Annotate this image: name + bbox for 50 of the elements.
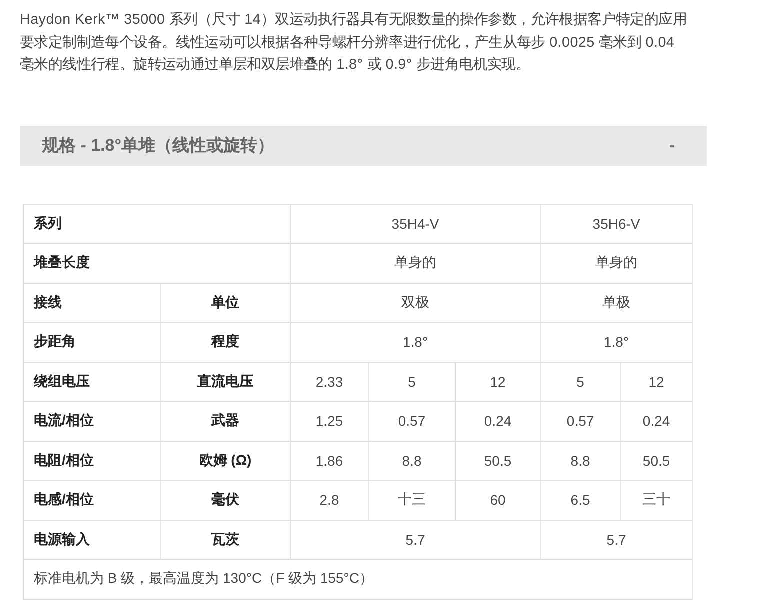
row-label: 电流/相位 [24,402,160,441]
table-cell: 6.5 [540,480,621,520]
row-label: 电源输入 [24,520,160,560]
table-cell: 1.8° [540,322,693,362]
table-cell: 单身的 [290,244,541,283]
unit-cell: 武器 [160,402,290,441]
table-cell: 1.86 [290,441,368,480]
row-label: 接线 [24,283,160,322]
table-cell: 5 [368,362,456,402]
table-cell: 5.7 [290,520,541,560]
table-cell: 50.5 [456,441,541,480]
table-cell: 单极 [540,283,693,322]
table-cell: 0.24 [620,402,693,441]
row-label: 电阻/相位 [24,441,160,480]
row-label: 电感/相位 [24,480,160,520]
row-label: 系列 [24,204,290,244]
table-cell: 12 [620,362,693,402]
table-cell: 单身的 [540,244,693,283]
unit-cell: 毫伏 [160,480,290,520]
table-cell: 5.7 [540,520,693,560]
table-cell: 2.8 [290,480,368,520]
collapse-toggle[interactable]: - [665,136,679,156]
intro-paragraph: Haydon Kerk™ 35000 系列（尺寸 14）双运动执行器具有无限数量的操作参数，允许根据客户特定的应用要求定制制造每个设备。线性运动可以根据各种导螺杆分辨率进行优化，产生从每步 0.0025 毫米到 0.04 毫米的线性行程。旋转运动通过单层和双层堆叠的 1.8° 或 0.9° 步进角电机实现。 [20,10,688,75]
table-note: 标准电机为 B 级，最高温度为 130°C（F 级为 155°C） [24,560,693,599]
table-cell: 60 [456,480,541,520]
row-label: 步距角 [24,322,160,362]
row-label: 绕组电压 [24,362,160,402]
table-cell: 8.8 [368,441,456,480]
section-title: 规格 - 1.8°单堆（线性或旋转） [42,135,275,157]
table-cell: 35H4-V [290,204,541,244]
table-cell: 三十 [620,480,693,520]
table-cell: 5 [540,362,621,402]
table-cell: 0.57 [368,402,456,441]
unit-cell: 欧姆 (Ω) [160,441,290,480]
table-cell: 0.57 [540,402,621,441]
table-cell: 35H6-V [540,204,693,244]
table-cell: 1.8° [290,322,541,362]
unit-cell: 单位 [160,283,290,322]
unit-cell: 程度 [160,322,290,362]
table-cell: 1.25 [290,402,368,441]
table-cell: 0.24 [456,402,541,441]
unit-cell: 直流电压 [160,362,290,402]
unit-cell: 瓦茨 [160,520,290,560]
row-label: 堆叠长度 [24,244,290,283]
table-cell: 2.33 [290,362,368,402]
table-cell: 50.5 [620,441,693,480]
table-cell: 十三 [368,480,456,520]
table-cell: 双极 [290,283,541,322]
table-cell: 8.8 [540,441,621,480]
table-cell: 12 [456,362,541,402]
